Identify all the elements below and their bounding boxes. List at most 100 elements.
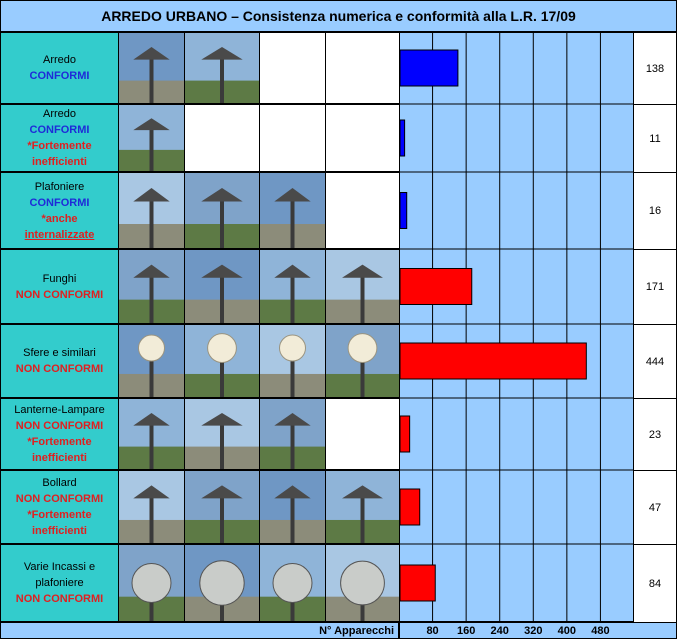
row-note: *anche <box>41 212 78 225</box>
bar <box>399 342 587 380</box>
row-label: Arredo CONFORMI <box>0 32 119 104</box>
x-tick-label: 160 <box>456 625 476 637</box>
bar <box>399 119 406 157</box>
row-status: NON CONFORMI <box>15 288 104 301</box>
lamp-photo <box>259 249 326 324</box>
row-name: Varie Incassi e plafoniere <box>23 561 96 589</box>
empty-photo-cell <box>325 398 400 470</box>
lamp-photo-image <box>185 325 259 397</box>
lamp-photo-image <box>119 399 184 469</box>
lamp-photo <box>184 249 260 324</box>
lamp-photo-image <box>185 33 259 103</box>
row-name: Funghi <box>42 272 77 285</box>
lamp-photo <box>184 172 260 249</box>
data-label: 47 <box>633 470 677 545</box>
lamp-photo-image <box>185 173 259 248</box>
lamp-photo-image <box>260 399 325 469</box>
lamp-photo-image <box>185 545 259 621</box>
row-label: Bollard NON CONFORMI *Fortemente inefficie… <box>0 470 119 544</box>
row-status: NON CONFORMI <box>15 420 104 432</box>
lamp-photo-image <box>119 471 184 543</box>
empty-photo-cell <box>325 172 400 249</box>
lamp-photo <box>325 324 400 398</box>
lamp-photo <box>118 32 185 104</box>
lamp-photo <box>184 398 260 470</box>
bar <box>399 49 459 87</box>
x-tick-label: 320 <box>524 625 543 637</box>
x-tick-label: 480 <box>591 625 610 637</box>
row-name: Arredo <box>42 54 77 66</box>
row-status: CONFORMI <box>29 70 90 82</box>
lamp-photo-image <box>326 471 399 543</box>
lamp-photo-image <box>260 173 325 248</box>
x-tick-label: 400 <box>557 625 577 637</box>
lamp-photo-image <box>119 105 184 171</box>
lamp-photo <box>184 32 260 104</box>
lamp-photo <box>118 172 185 249</box>
lamp-photo <box>259 544 326 622</box>
lamp-photo-image <box>260 250 325 323</box>
lamp-photo-image <box>260 471 325 543</box>
lamp-photo <box>118 249 185 324</box>
row-label: Plafoniere CONFORMI *anche internalizzate <box>0 172 119 249</box>
lamp-photo <box>184 544 260 622</box>
lamp-photo <box>259 172 326 249</box>
chart-title: ARREDO URBANO – Consistenza numerica e c… <box>0 0 677 32</box>
row-note: *Fortemente inefficienti <box>27 509 92 537</box>
lamp-photo <box>325 249 400 324</box>
data-label: 444 <box>633 324 677 399</box>
row-label: Lanterne-Lampare NON CONFORMI *Fortemente … <box>0 398 119 470</box>
row-name: Plafoniere <box>34 180 85 193</box>
lamp-photo <box>184 324 260 398</box>
row-name: Arredo <box>42 108 77 120</box>
row-label: Funghi NON CONFORMI <box>0 249 119 324</box>
row-label: Sfere e similari NON CONFORMI <box>0 324 119 398</box>
bar <box>399 564 436 602</box>
lamp-photo-image <box>326 325 399 397</box>
empty-photo-cell <box>259 32 326 104</box>
lamp-photo-image <box>185 399 259 469</box>
lamp-photo-image <box>119 33 184 103</box>
row-status: CONFORMI <box>29 196 90 209</box>
row-status: NON CONFORMI <box>15 493 104 505</box>
row-name: Bollard <box>42 477 77 489</box>
row-name: Lanterne-Lampare <box>14 404 105 416</box>
lamp-photo <box>118 324 185 398</box>
row-label: Arredo CONFORMI *Fortemente inefficienti <box>0 104 119 172</box>
empty-photo-cell <box>325 32 400 104</box>
lamp-photo-image <box>119 250 184 323</box>
row-note-2: internalizzate <box>24 228 95 241</box>
chart-figure: ARREDO URBANO – Consistenza numerica e c… <box>0 0 677 639</box>
lamp-photo <box>325 470 400 544</box>
x-tick-label: 240 <box>490 625 509 637</box>
bar <box>399 488 421 526</box>
data-label: 23 <box>633 398 677 471</box>
lamp-photo <box>325 544 400 622</box>
lamp-photo <box>259 324 326 398</box>
x-axis-label: N° Apparecchi <box>0 622 399 639</box>
row-status: NON CONFORMI <box>15 363 104 375</box>
lamp-photo-image <box>185 250 259 323</box>
lamp-photo-image <box>326 545 399 621</box>
bar <box>399 415 411 453</box>
lamp-photo <box>184 470 260 544</box>
lamp-photo <box>118 544 185 622</box>
lamp-photo <box>118 398 185 470</box>
lamp-photo <box>259 398 326 470</box>
row-note: *Fortemente inefficienti <box>27 436 92 464</box>
data-label: 84 <box>633 544 677 623</box>
bar <box>399 268 473 305</box>
empty-photo-cell <box>325 104 400 172</box>
data-label: 11 <box>633 104 677 173</box>
lamp-photo-image <box>119 325 184 397</box>
lamp-photo-image <box>260 325 325 397</box>
x-tick-label: 80 <box>426 625 439 637</box>
data-label: 16 <box>633 172 677 250</box>
row-status: NON CONFORMI <box>15 593 104 605</box>
row-note: *Fortemente inefficienti <box>27 140 92 168</box>
lamp-photo <box>118 470 185 544</box>
row-status: CONFORMI <box>29 124 90 136</box>
empty-photo-cell <box>184 104 260 172</box>
lamp-photo-image <box>119 545 184 621</box>
lamp-photo-image <box>260 545 325 621</box>
